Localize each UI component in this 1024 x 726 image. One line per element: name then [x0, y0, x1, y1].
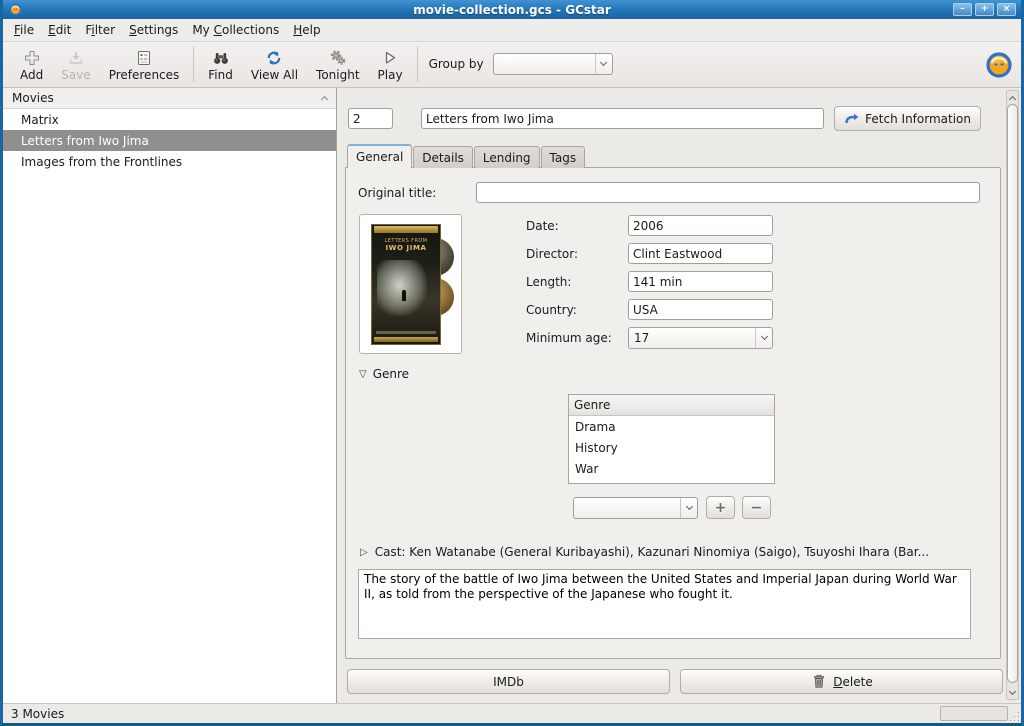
statusbar: 3 Movies — [3, 703, 1021, 723]
add-plus-icon — [23, 49, 41, 67]
trash-icon — [810, 673, 828, 690]
gcstar-logo-icon — [985, 51, 1013, 79]
fetch-arrow-icon — [844, 112, 860, 126]
director-field[interactable] — [628, 243, 773, 264]
save-button[interactable]: Save — [52, 48, 99, 84]
country-label: Country: — [526, 303, 628, 317]
date-field[interactable] — [628, 215, 773, 236]
general-tab-panel: Original title: LETTERS FROM IWO JIMA — [345, 167, 1001, 659]
tab-details[interactable]: Details — [413, 146, 473, 168]
genre-list: Genre Drama History War — [568, 394, 775, 484]
minimum-age-label: Minimum age: — [526, 331, 628, 345]
genre-row-war[interactable]: War — [569, 458, 774, 479]
vertical-scrollbar[interactable] — [1006, 90, 1019, 700]
movie-poster[interactable]: LETTERS FROM IWO JIMA — [359, 214, 462, 354]
expander-open-icon[interactable]: ▽ — [359, 369, 367, 380]
sidebar-column-header[interactable]: Movies — [3, 88, 336, 109]
fetch-information-button[interactable]: Fetch Information — [834, 106, 981, 131]
sort-collapse-icon[interactable] — [321, 96, 328, 103]
group-by-combo[interactable] — [493, 53, 613, 75]
view-all-button[interactable]: View All — [242, 48, 307, 84]
tab-lending[interactable]: Lending — [474, 146, 540, 168]
tonight-button[interactable]: Tonight — [307, 48, 369, 84]
length-field[interactable] — [628, 271, 773, 292]
scrollbar-thumb[interactable] — [1007, 104, 1018, 683]
cast-expander[interactable]: ▷ Cast: Ken Watanabe (General Kuribayash… — [360, 545, 929, 559]
menu-file[interactable]: File — [7, 21, 41, 39]
synopsis-field[interactable]: The story of the battle of Iwo Jima betw… — [358, 569, 971, 639]
original-title-field[interactable] — [476, 182, 980, 203]
genre-expander[interactable]: ▽ Genre — [359, 367, 409, 381]
find-button[interactable]: Find — [199, 48, 242, 84]
movie-title-field[interactable] — [421, 108, 824, 129]
scroll-down-icon[interactable] — [1007, 686, 1018, 699]
length-label: Length: — [526, 275, 628, 289]
original-title-label: Original title: — [358, 186, 476, 200]
chevron-down-icon[interactable] — [755, 328, 772, 348]
menu-edit[interactable]: Edit — [41, 21, 78, 39]
genre-expander-label: Genre — [373, 367, 409, 381]
titlebar[interactable]: movie-collection.gcs - GCstar – + × — [3, 0, 1021, 19]
minimum-age-combo[interactable]: 17 — [628, 327, 773, 349]
tab-general[interactable]: General — [347, 144, 412, 168]
toolbar: Add Save Preferences — [3, 42, 1021, 88]
tonight-gears-icon — [329, 49, 347, 67]
save-icon — [67, 49, 85, 67]
genre-add-button[interactable]: + — [706, 496, 735, 519]
window-title: movie-collection.gcs - GCstar — [3, 3, 1021, 17]
view-all-refresh-icon — [265, 49, 283, 67]
close-button[interactable]: × — [997, 3, 1016, 16]
sidebar-item-matrix[interactable]: Matrix — [3, 109, 336, 130]
genre-remove-button[interactable]: − — [742, 496, 771, 519]
add-button[interactable]: Add — [11, 48, 52, 84]
chevron-down-icon[interactable] — [680, 498, 697, 518]
menu-settings[interactable]: Settings — [122, 21, 185, 39]
menu-filter[interactable]: Filter — [78, 21, 122, 39]
status-progress-area — [940, 706, 1008, 721]
find-binoculars-icon — [212, 49, 230, 67]
genre-row-drama[interactable]: Drama — [569, 416, 774, 437]
soldier-silhouette — [402, 290, 406, 301]
play-button[interactable]: Play — [369, 48, 412, 84]
toolbar-separator — [417, 46, 418, 82]
movie-detail-panel: Fetch Information General Details Lendin… — [337, 88, 1021, 703]
group-by-label: Group by — [429, 57, 484, 71]
poster-cover-art: LETTERS FROM IWO JIMA — [371, 224, 441, 345]
country-field[interactable] — [628, 299, 773, 320]
menubar: File Edit Filter Settings My Collections… — [3, 19, 1021, 42]
maximize-button[interactable]: + — [975, 3, 994, 16]
cast-summary: Cast: Ken Watanabe (General Kuribayashi)… — [375, 545, 929, 559]
gcstar-window: movie-collection.gcs - GCstar – + × File… — [0, 0, 1024, 726]
director-label: Director: — [526, 247, 628, 261]
tab-tags[interactable]: Tags — [541, 146, 586, 168]
preferences-icon — [135, 49, 153, 67]
play-icon — [381, 49, 399, 67]
resize-grip[interactable] — [1018, 720, 1019, 721]
menu-help[interactable]: Help — [286, 21, 327, 39]
genre-add-combo[interactable] — [573, 497, 698, 519]
detail-tabs: General Details Lending Tags — [345, 144, 997, 168]
genre-row-history[interactable]: History — [569, 437, 774, 458]
scroll-up-icon[interactable] — [1007, 91, 1018, 104]
date-label: Date: — [526, 219, 628, 233]
sidebar-header-label: Movies — [12, 91, 54, 105]
expander-collapsed-icon[interactable]: ▷ — [360, 547, 368, 558]
preferences-button[interactable]: Preferences — [100, 48, 189, 84]
sidebar-item-letters-from-iwo-jima[interactable]: Letters from Iwo Jima — [3, 130, 336, 151]
menu-my-collections[interactable]: My Collections — [185, 21, 286, 39]
genre-list-header[interactable]: Genre — [569, 395, 774, 416]
movie-list-sidebar: Movies Matrix Letters from Iwo Jima Imag… — [3, 88, 337, 703]
sidebar-item-images-from-the-frontlines[interactable]: Images from the Frontlines — [3, 151, 336, 172]
toolbar-separator — [193, 46, 194, 82]
chevron-down-icon[interactable] — [595, 54, 612, 74]
delete-button[interactable]: Delete — [680, 669, 1003, 694]
movie-count: 3 Movies — [11, 707, 64, 721]
imdb-button[interactable]: IMDb — [347, 669, 670, 694]
minimize-button[interactable]: – — [953, 3, 972, 16]
movie-id-field[interactable] — [348, 108, 393, 129]
